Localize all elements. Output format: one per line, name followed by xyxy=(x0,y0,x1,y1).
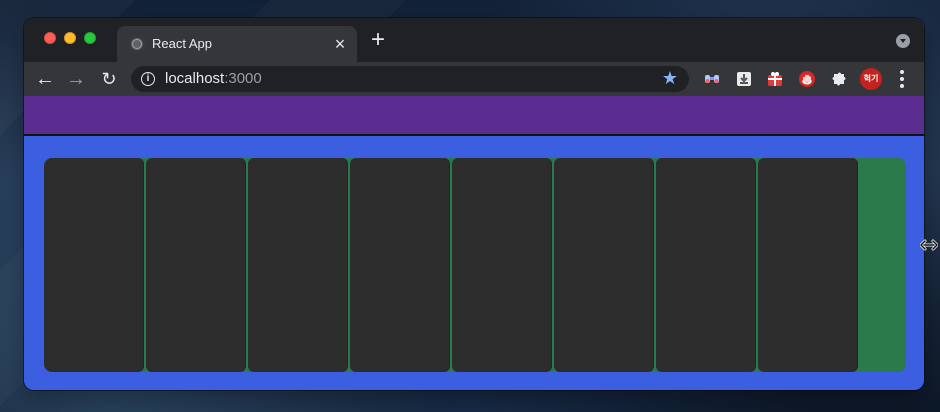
plus-icon: + xyxy=(370,26,385,53)
browser-title-bar: React App × + xyxy=(24,18,924,62)
browser-window: React App × + ← → ↻ i localhost:3000 ★ 헉… xyxy=(24,18,924,390)
arrow-left-icon: ← xyxy=(35,68,55,90)
gift-icon-svg xyxy=(768,72,782,86)
maximize-window-button[interactable] xyxy=(84,32,96,44)
profile-avatar[interactable]: 헉기 xyxy=(860,68,882,90)
board-column[interactable] xyxy=(146,158,246,372)
react-app-page xyxy=(24,96,924,390)
kanban-board xyxy=(44,158,906,372)
menu-dot xyxy=(900,70,904,74)
reload-icon: ↻ xyxy=(101,69,117,89)
app-header xyxy=(24,96,924,136)
binoculars-icon[interactable] xyxy=(703,70,721,88)
browser-toolbar: ← → ↻ i localhost:3000 ★ 헉기 xyxy=(24,62,924,96)
url-port: :3000 xyxy=(224,70,262,87)
tab-search-button[interactable] xyxy=(896,34,910,48)
menu-dot xyxy=(900,84,904,88)
puzzle-icon-svg xyxy=(832,72,846,86)
url-text[interactable]: localhost:3000 xyxy=(165,69,262,89)
globe-icon xyxy=(129,36,145,52)
reload-button[interactable]: ↻ xyxy=(97,67,121,91)
tab-react-app[interactable]: React App × xyxy=(117,26,357,62)
info-icon[interactable]: i xyxy=(141,72,155,86)
board-column[interactable] xyxy=(758,158,858,372)
hand-icon-svg xyxy=(799,71,815,87)
board-column[interactable] xyxy=(554,158,654,372)
back-button[interactable]: ← xyxy=(33,67,57,91)
gift-icon[interactable] xyxy=(766,70,784,88)
board-column[interactable] xyxy=(452,158,552,372)
download-icon-svg xyxy=(737,72,751,86)
hand-icon[interactable] xyxy=(798,70,816,88)
window-controls xyxy=(44,32,96,44)
board-column[interactable] xyxy=(656,158,756,372)
minimize-window-button[interactable] xyxy=(64,32,76,44)
kebab-menu-icon[interactable] xyxy=(898,70,906,88)
new-tab-button[interactable]: + xyxy=(368,28,388,52)
puzzle-icon[interactable] xyxy=(830,70,848,88)
tab-title: React App xyxy=(152,36,212,51)
board-column[interactable] xyxy=(44,158,144,372)
board-column[interactable] xyxy=(248,158,348,372)
star-icon[interactable]: ★ xyxy=(661,69,679,87)
board-column[interactable] xyxy=(350,158,450,372)
arrow-right-icon: → xyxy=(66,68,86,90)
resize-horizontal-icon xyxy=(919,238,939,251)
close-window-button[interactable] xyxy=(44,32,56,44)
binoculars-icon-svg xyxy=(705,75,719,83)
download-icon[interactable] xyxy=(735,70,753,88)
address-bar[interactable]: i localhost:3000 ★ xyxy=(131,66,689,92)
resize-horizontal-icon-svg xyxy=(919,239,939,251)
url-host: localhost xyxy=(165,70,225,87)
menu-dot xyxy=(900,77,904,81)
close-icon[interactable]: × xyxy=(331,35,349,53)
forward-button[interactable]: → xyxy=(64,67,88,91)
